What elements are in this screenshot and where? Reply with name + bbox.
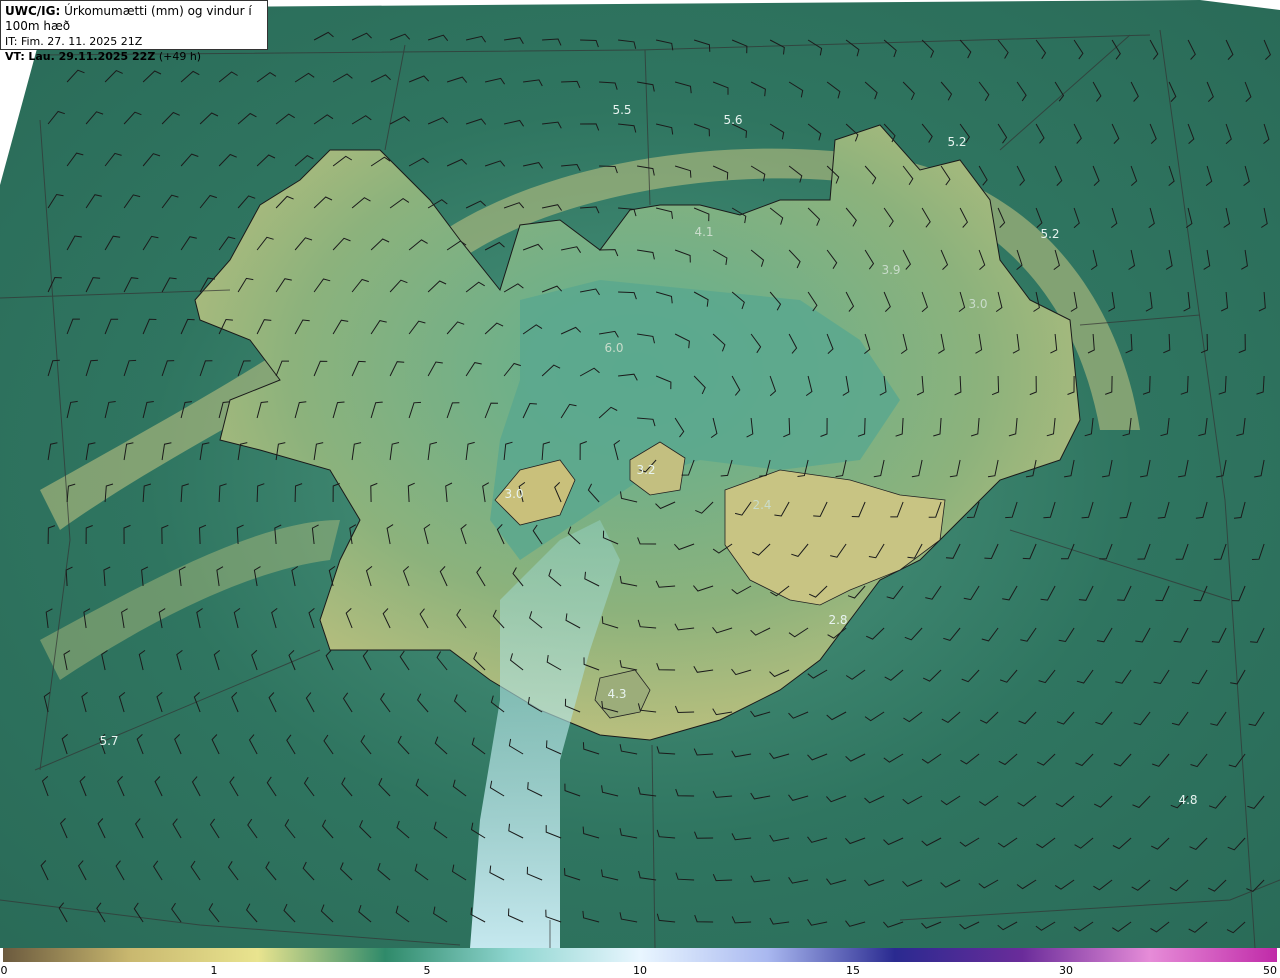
map-label: 3.0 xyxy=(504,487,524,501)
colorbar-tick: 50 xyxy=(1263,964,1277,977)
vt-offset: (+49 h) xyxy=(158,50,202,63)
colorbar-strip xyxy=(3,948,1277,962)
map-label: 3.9 xyxy=(881,263,901,277)
colorbar-tick: 30 xyxy=(1059,964,1073,977)
map-label: 4.1 xyxy=(694,225,714,239)
colorbar-tick: 15 xyxy=(846,964,860,977)
map-label: 3.0 xyxy=(968,297,988,311)
map-label: 5.7 xyxy=(99,734,119,748)
map-label: 2.8 xyxy=(828,613,848,627)
map-label: 4.8 xyxy=(1178,793,1198,807)
map-label: 5.2 xyxy=(947,135,967,149)
colorbar-tick: 5 xyxy=(423,964,431,977)
map-label: 4.3 xyxy=(607,687,627,701)
vt-label: VT: xyxy=(5,50,25,63)
map-label: 3.2 xyxy=(636,463,656,477)
model-name: UWC/IG: xyxy=(5,4,61,18)
it-value: Fim. 27. 11. 2025 21Z xyxy=(20,35,143,48)
map-label: 2.4 xyxy=(752,498,772,512)
vt-value: Lau. 29.11.2025 22Z xyxy=(28,50,156,63)
map-header: UWC/IG: Úrkomumætti (mm) og vindur í 100… xyxy=(0,0,268,63)
map-label: 5.6 xyxy=(723,113,743,127)
map-label: 6.0 xyxy=(604,341,624,355)
colorbar-tick: 10 xyxy=(633,964,647,977)
colorbar-tick: 0 xyxy=(0,964,8,977)
colorbar: 0 1 5 10 15 30 50 xyxy=(0,948,1280,978)
colorbar-tick: 1 xyxy=(210,964,218,977)
map-label: 5.2 xyxy=(1040,227,1060,241)
map-label: 5.5 xyxy=(612,103,632,117)
it-label: IT: xyxy=(5,35,18,48)
